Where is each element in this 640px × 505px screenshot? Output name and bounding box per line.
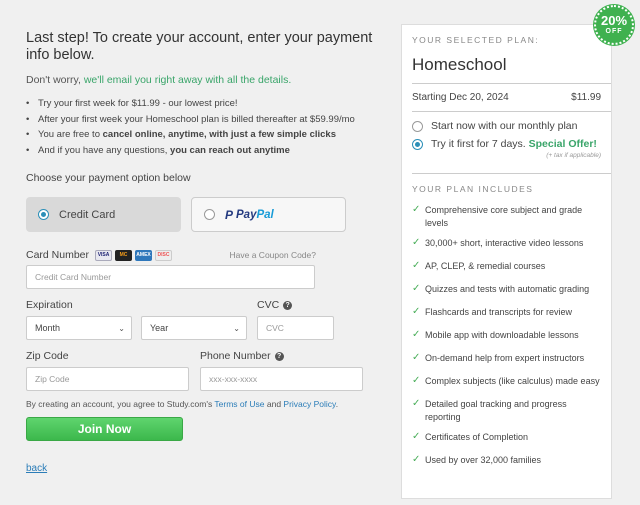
card-brands: VISA MC AMEX DISC bbox=[95, 249, 173, 261]
card-number-label: Card Number VISA MC AMEX DISC bbox=[26, 249, 173, 261]
selected-plan-header: YOUR SELECTED PLAN: bbox=[412, 35, 540, 45]
check-icon: ✓ bbox=[412, 398, 421, 409]
page-title: Last step! To create your account, enter… bbox=[26, 30, 373, 63]
help-icon[interactable]: ? bbox=[274, 351, 284, 361]
coupon-link[interactable]: Have a Coupon Code? bbox=[230, 250, 316, 260]
list-item: You are free to cancel online, anytime, … bbox=[26, 127, 376, 143]
month-select[interactable]: Month ⌄ bbox=[26, 316, 132, 340]
radio-icon[interactable] bbox=[204, 209, 215, 220]
list-item: And if you have any questions, you can r… bbox=[26, 143, 376, 159]
privacy-link[interactable]: Privacy Policy bbox=[283, 399, 335, 409]
trial-plan-option[interactable]: Try it first for 7 days. Special Offer! bbox=[412, 138, 601, 150]
list-item: ✓ Complex subjects (like calculus) made e… bbox=[412, 375, 600, 386]
expiration-label: Expiration bbox=[26, 299, 73, 311]
list-item: ✓ On-demand help from expert instructors bbox=[412, 352, 585, 363]
divider bbox=[412, 111, 611, 112]
payment-option-label: Choose your payment option below bbox=[26, 172, 191, 184]
amex-icon: AMEX bbox=[135, 249, 153, 261]
cvc-input[interactable]: CVC bbox=[257, 316, 334, 340]
payment-form: Last step! To create your account, enter… bbox=[26, 30, 376, 476]
list-item: ✓ Mobile app with downloadable lessons bbox=[412, 329, 579, 340]
monthly-plan-option[interactable]: Start now with our monthly plan bbox=[412, 120, 601, 132]
start-row: Starting Dec 20, 2024 $11.99 bbox=[412, 84, 601, 111]
discount-badge: 20% OFF bbox=[594, 5, 634, 45]
check-icon: ✓ bbox=[412, 352, 421, 363]
terms-notice: By creating an account, you agree to Stu… bbox=[26, 399, 339, 409]
plan-includes-header: YOUR PLAN INCLUDES bbox=[412, 184, 534, 194]
check-icon: ✓ bbox=[412, 204, 421, 215]
visa-icon: VISA bbox=[95, 249, 113, 261]
terms-link[interactable]: Terms of Use bbox=[214, 399, 264, 409]
list-item: ✓ Certificates of Completion bbox=[412, 431, 529, 442]
phone-label: Phone Number? bbox=[200, 350, 363, 362]
list-item: ✓ AP, CLEP, & remedial courses bbox=[412, 260, 546, 271]
check-icon: ✓ bbox=[412, 329, 421, 340]
check-icon: ✓ bbox=[412, 260, 421, 271]
list-item: ✓ Quizzes and tests with automatic gradin… bbox=[412, 283, 590, 294]
credit-card-label: Credit Card bbox=[59, 208, 116, 221]
plan-price: $11.99 bbox=[571, 92, 601, 103]
list-item: Try your first week for $11.99 - our low… bbox=[26, 96, 376, 112]
check-icon: ✓ bbox=[412, 237, 421, 248]
list-item: ✓ Detailed goal tracking and progress rep… bbox=[412, 398, 567, 422]
mastercard-icon: MC bbox=[115, 249, 133, 261]
paypal-logo-icon: P bbox=[225, 207, 234, 222]
chevron-down-icon: ⌄ bbox=[118, 323, 125, 333]
paypal-option[interactable]: P PayPal bbox=[191, 197, 346, 232]
radio-selected-icon[interactable] bbox=[412, 138, 423, 150]
phone-input[interactable]: xxx-xxx-xxxx bbox=[200, 367, 363, 391]
list-item: ✓ Comprehensive core subject and grade le… bbox=[412, 204, 583, 228]
check-icon: ✓ bbox=[412, 454, 421, 465]
back-link[interactable]: back bbox=[26, 463, 47, 474]
check-icon: ✓ bbox=[412, 306, 421, 317]
paypal-label: PayPal bbox=[236, 208, 274, 221]
radio-selected-icon[interactable] bbox=[38, 209, 49, 220]
check-icon: ✓ bbox=[412, 431, 421, 442]
tax-note: (+ tax if applicable) bbox=[546, 152, 601, 159]
credit-card-option[interactable]: Credit Card bbox=[26, 197, 181, 232]
cvc-label: CVC? bbox=[257, 299, 334, 311]
list-item: After your first week your Homeschool pl… bbox=[26, 112, 376, 128]
feature-list: ✓ Comprehensive core subject and grade le… bbox=[412, 204, 601, 467]
list-item: ✓ 30,000+ short, interactive video lesson… bbox=[412, 237, 584, 248]
list-item: ✓ Flashcards and transcripts for review bbox=[412, 306, 573, 317]
zip-input[interactable]: Zip Code bbox=[26, 367, 189, 391]
chevron-down-icon: ⌄ bbox=[233, 323, 240, 333]
radio-icon[interactable] bbox=[412, 120, 423, 132]
check-icon: ✓ bbox=[412, 375, 421, 386]
plan-name: Homeschool bbox=[412, 55, 507, 74]
card-number-input[interactable]: Credit Card Number bbox=[26, 265, 315, 289]
benefits-list: Try your first week for $11.99 - our low… bbox=[26, 96, 376, 158]
year-select[interactable]: Year ⌄ bbox=[141, 316, 247, 340]
discover-icon: DISC bbox=[155, 249, 173, 261]
email-notice: Don't worry, we'll email you right away … bbox=[26, 74, 292, 86]
help-icon[interactable]: ? bbox=[283, 300, 293, 310]
check-icon: ✓ bbox=[412, 283, 421, 294]
join-now-button[interactable]: Join Now bbox=[26, 417, 183, 441]
list-item: ✓ Used by over 32,000 families bbox=[412, 454, 542, 465]
payment-options: Credit Card P PayPal bbox=[26, 197, 376, 232]
divider bbox=[412, 173, 611, 174]
zip-label: Zip Code bbox=[26, 350, 69, 362]
plan-summary-panel: YOUR SELECTED PLAN: Homeschool Starting … bbox=[401, 24, 612, 499]
start-date: Starting Dec 20, 2024 bbox=[412, 92, 509, 103]
